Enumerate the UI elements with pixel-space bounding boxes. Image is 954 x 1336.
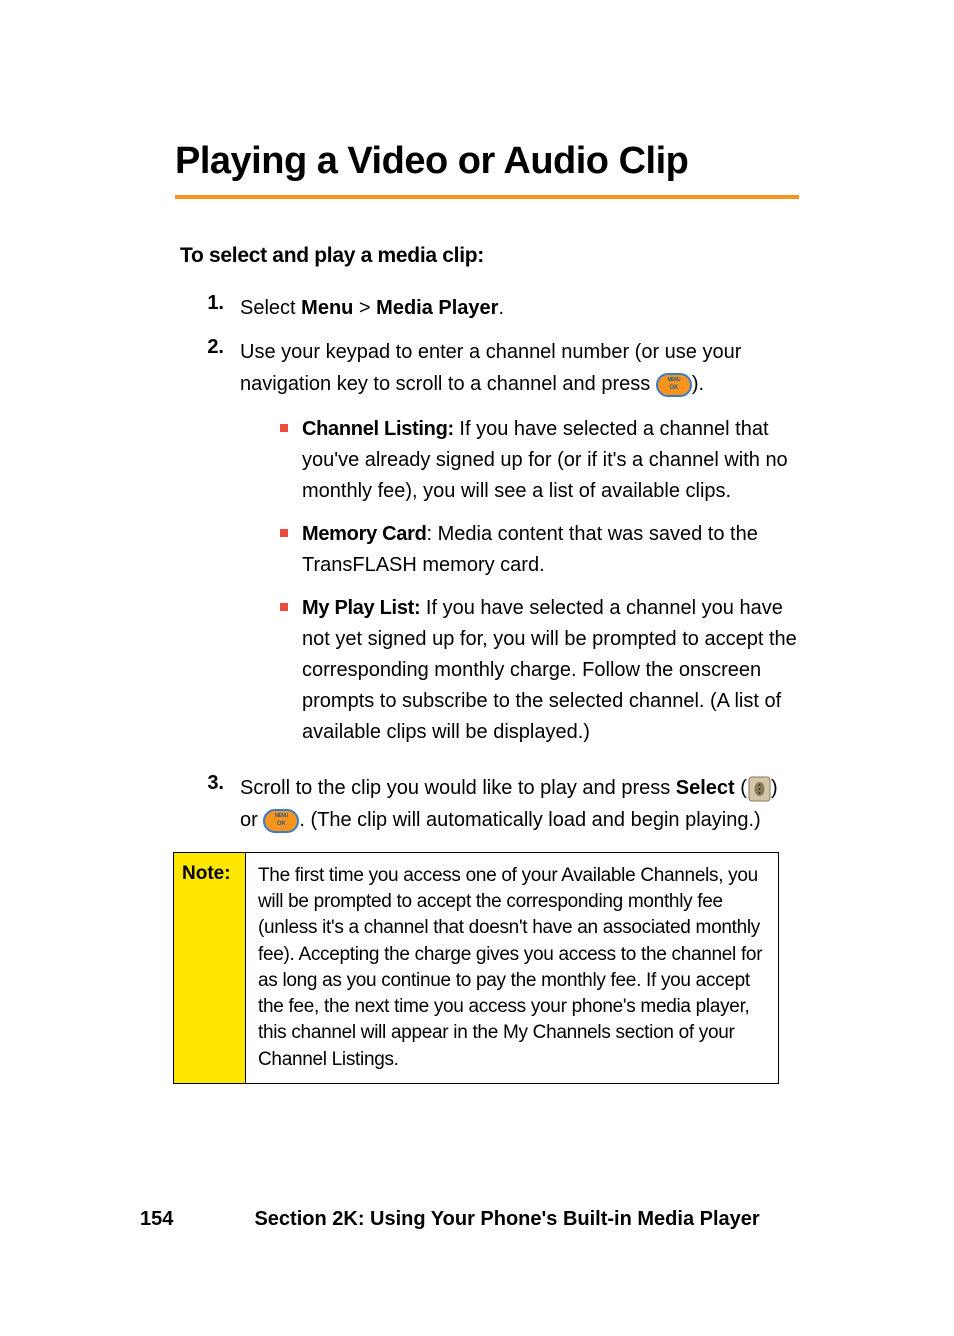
page-title: Playing a Video or Audio Clip	[175, 140, 799, 183]
bullet-icon	[280, 424, 288, 432]
list-item: My Play List: If you have selected a cha…	[280, 593, 799, 748]
step-text: (	[735, 777, 747, 799]
list-item-body: Memory Card: Media content that was save…	[302, 519, 799, 581]
menu-ok-button-icon	[656, 373, 692, 397]
page-footer: 154 Section 2K: Using Your Phone's Built…	[0, 1208, 954, 1231]
footer-section: Section 2K: Using Your Phone's Built-in …	[254, 1208, 759, 1230]
navigation-key-icon	[747, 776, 771, 802]
note-label: Note:	[174, 853, 246, 1083]
bullet-label: Channel Listing:	[302, 418, 454, 440]
list-item-body: My Play List: If you have selected a cha…	[302, 593, 799, 748]
step-3: 3. Scroll to the clip you would like to …	[200, 772, 799, 836]
step-text: Scroll to the clip you would like to pla…	[240, 777, 676, 799]
bullet-label: My Play List:	[302, 597, 420, 619]
title-underline	[175, 195, 799, 199]
media-player-label: Media Player	[376, 297, 498, 319]
list-item: Channel Listing: If you have selected a …	[280, 414, 799, 507]
bullet-label: Memory Card	[302, 523, 427, 545]
step-body: Use your keypad to enter a channel numbe…	[240, 336, 799, 760]
list-item-body: Channel Listing: If you have selected a …	[302, 414, 799, 507]
step-number: 1.	[200, 292, 240, 324]
step-text: . (The clip will automatically load and …	[299, 809, 760, 831]
step-text: .	[498, 297, 504, 319]
menu-label: Menu	[301, 297, 353, 319]
step-text: >	[353, 297, 376, 319]
step-1: 1. Select Menu > Media Player.	[200, 292, 799, 324]
step-number: 3.	[200, 772, 240, 836]
menu-ok-button-icon	[263, 809, 299, 833]
note-body: The first time you access one of your Av…	[246, 853, 778, 1083]
note-callout: Note: The first time you access one of y…	[173, 852, 779, 1084]
bullet-icon	[280, 603, 288, 611]
step-text: ).	[692, 373, 704, 395]
bullet-icon	[280, 529, 288, 537]
select-label: Select	[676, 777, 735, 799]
page-number: 154	[140, 1208, 250, 1231]
bullet-list: Channel Listing: If you have selected a …	[240, 414, 799, 748]
step-number: 2.	[200, 336, 240, 760]
step-2: 2. Use your keypad to enter a channel nu…	[200, 336, 799, 760]
step-text: Select	[240, 297, 301, 319]
list-item: Memory Card: Media content that was save…	[280, 519, 799, 581]
section-subheading: To select and play a media clip:	[180, 244, 799, 268]
step-body: Scroll to the clip you would like to pla…	[240, 772, 799, 836]
step-body: Select Menu > Media Player.	[240, 292, 799, 324]
